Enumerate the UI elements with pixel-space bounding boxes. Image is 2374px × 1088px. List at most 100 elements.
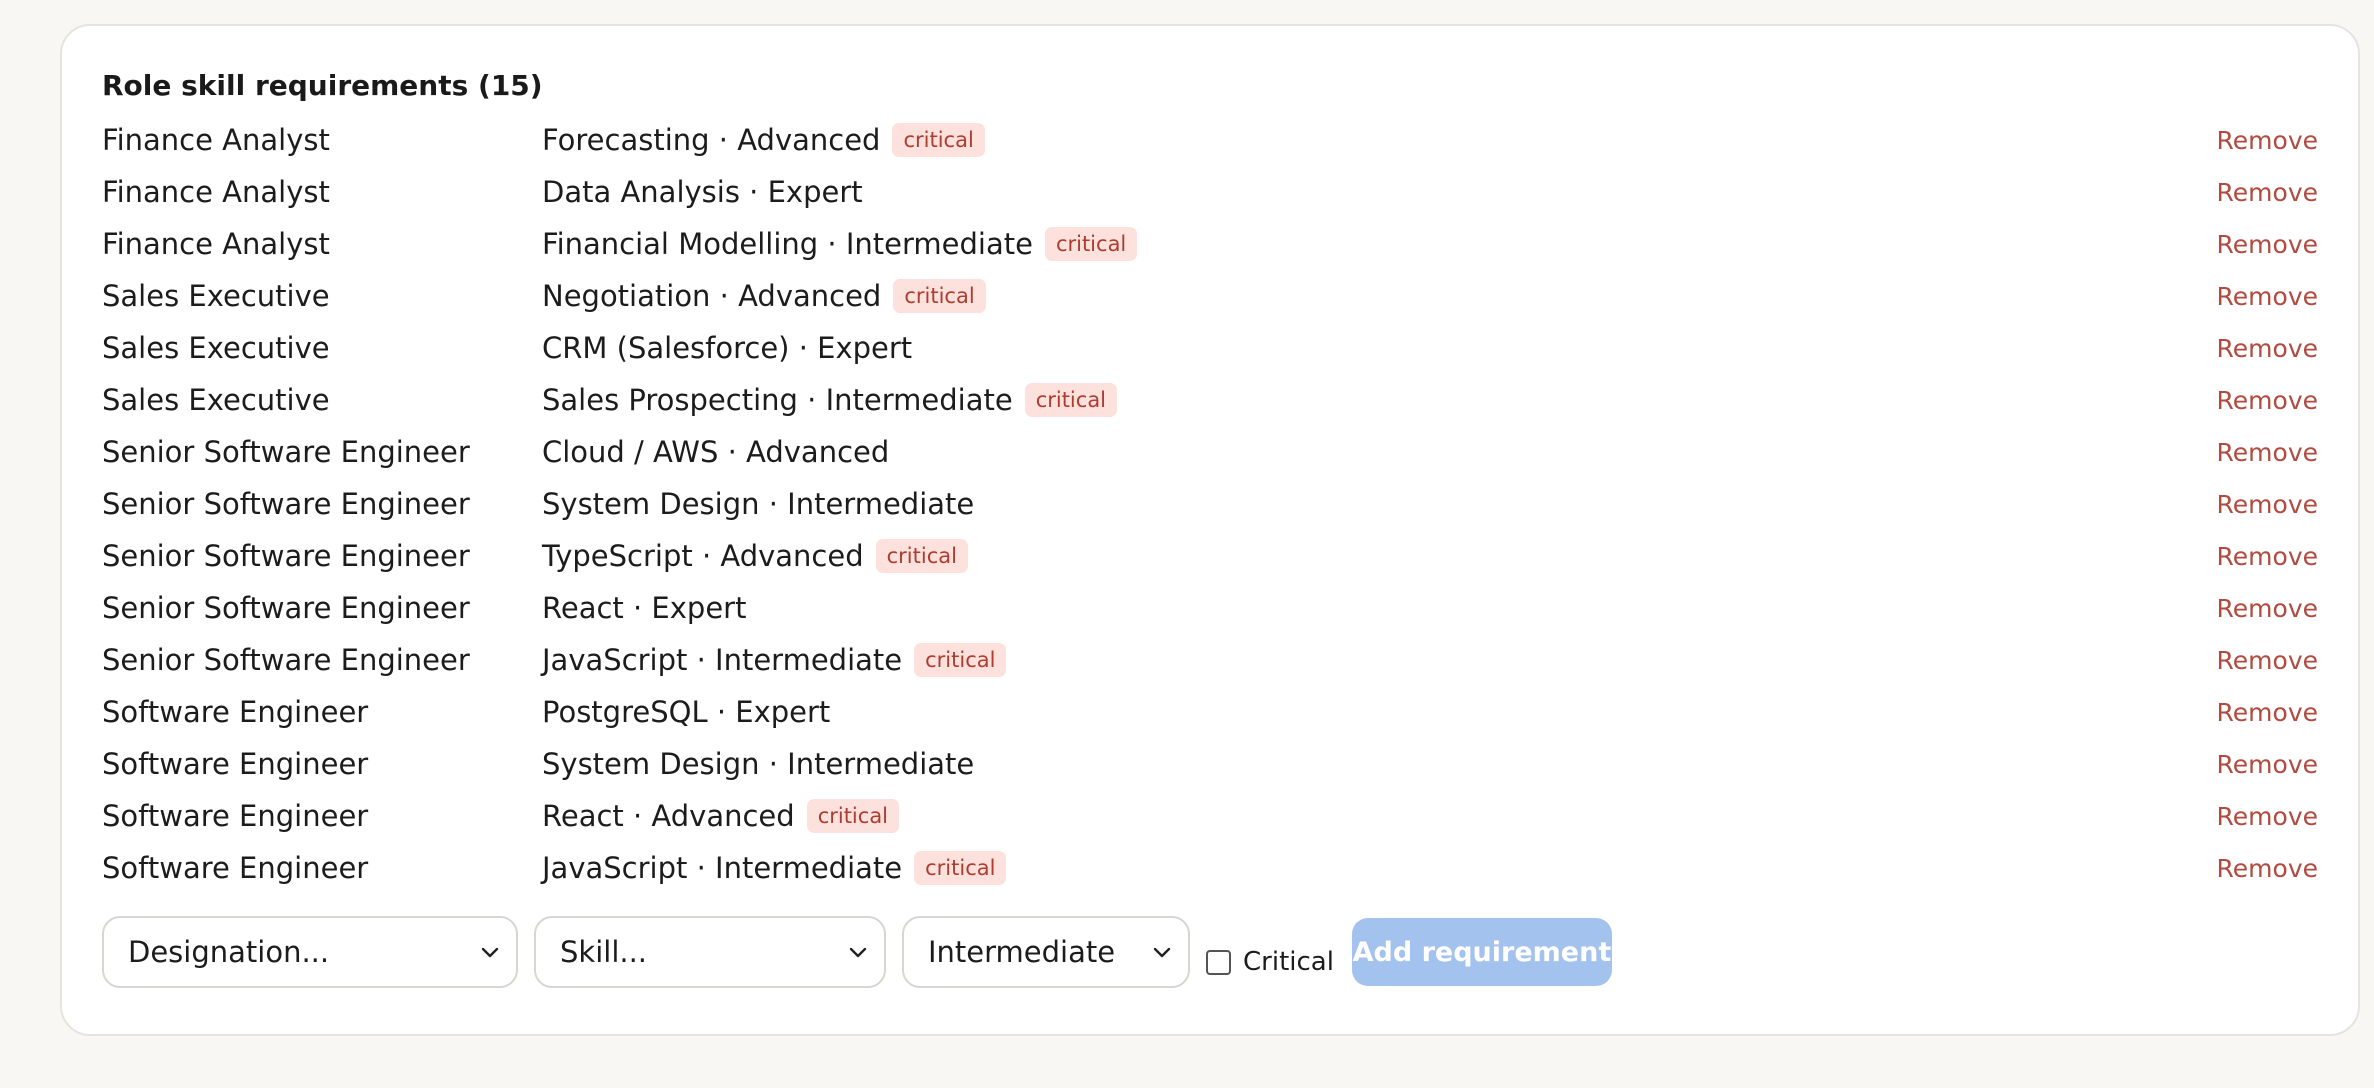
row-skill-text: Negotiation · Advanced xyxy=(542,279,882,313)
row-skill: Financial Modelling · Intermediate critic… xyxy=(542,227,2217,261)
row-designation: Senior Software Engineer xyxy=(102,539,470,573)
row-skill: System Design · Intermediate xyxy=(542,487,2217,521)
table-row: Software Engineer React · Advanced critica… xyxy=(102,790,2318,842)
row-skill: PostgreSQL · Expert xyxy=(542,695,2217,729)
table-row: Senior Software Engineer JavaScript · Int… xyxy=(102,634,2318,686)
row-skill: JavaScript · Intermediate critical xyxy=(542,643,2217,677)
remove-button[interactable]: Remove xyxy=(2217,490,2318,519)
remove-button[interactable]: Remove xyxy=(2217,178,2318,207)
row-designation: Software Engineer xyxy=(102,747,369,781)
row-skill: Forecasting · Advanced critical xyxy=(542,123,2217,157)
remove-button[interactable]: Remove xyxy=(2217,282,2318,311)
remove-button[interactable]: Remove xyxy=(2217,802,2318,831)
row-skill: System Design · Intermediate xyxy=(542,747,2217,781)
row-skill-text: PostgreSQL · Expert xyxy=(542,695,831,729)
table-row: Finance Analyst Financial Modelling · Int… xyxy=(102,218,2318,270)
level-select-value: Intermediate xyxy=(928,935,1116,969)
critical-checkbox[interactable] xyxy=(1206,949,1231,975)
table-row: Sales Executive Sales Prospecting · Inter… xyxy=(102,374,2318,426)
chevron-down-icon xyxy=(849,947,867,958)
row-skill: Sales Prospecting · Intermediate critical xyxy=(542,383,2217,417)
row-designation: Senior Software Engineer xyxy=(102,487,470,521)
chevron-down-icon xyxy=(1153,947,1171,958)
table-row: Senior Software Engineer TypeScript · Adv… xyxy=(102,530,2318,582)
row-skill-text: Sales Prospecting · Intermediate xyxy=(542,383,1013,417)
level-select[interactable]: Intermediate xyxy=(902,916,1190,988)
row-designation: Finance Analyst xyxy=(102,175,330,209)
row-skill: CRM (Salesforce) · Expert xyxy=(542,331,2217,365)
role-skill-requirements-card: Role skill requirements (15) Finance Ana… xyxy=(60,24,2360,1036)
add-requirement-button[interactable]: Add requirement xyxy=(1351,918,1612,986)
table-row: Finance Analyst Data Analysis · Expert Rem… xyxy=(102,166,2318,218)
row-designation: Software Engineer xyxy=(102,799,369,833)
critical-badge: critical xyxy=(1044,227,1138,261)
remove-button[interactable]: Remove xyxy=(2217,750,2318,779)
row-designation: Senior Software Engineer xyxy=(102,435,470,469)
row-designation: Sales Executive xyxy=(102,279,330,313)
row-designation: Sales Executive xyxy=(102,331,330,365)
row-skill-text: React · Expert xyxy=(542,591,747,625)
remove-button[interactable]: Remove xyxy=(2217,646,2318,675)
critical-badge: critical xyxy=(806,799,900,833)
table-row: Finance Analyst Forecasting · Advanced cri… xyxy=(102,114,2318,166)
table-row: Sales Executive CRM (Salesforce) · Expert… xyxy=(102,322,2318,374)
row-skill: React · Expert xyxy=(542,591,2217,625)
table-row: Senior Software Engineer Cloud / AWS · Ad… xyxy=(102,426,2318,478)
designation-select-value: Designation... xyxy=(128,935,330,969)
critical-checkbox-wrap[interactable]: Critical xyxy=(1206,947,1334,977)
remove-button[interactable]: Remove xyxy=(2217,542,2318,571)
critical-checkbox-label: Critical xyxy=(1243,947,1334,977)
row-designation: Senior Software Engineer xyxy=(102,591,470,625)
critical-badge: critical xyxy=(1024,383,1118,417)
row-skill-text: JavaScript · Intermediate xyxy=(542,851,903,885)
row-skill-text: Cloud / AWS · Advanced xyxy=(542,435,890,469)
row-skill-text: System Design · Intermediate xyxy=(542,747,975,781)
remove-button[interactable]: Remove xyxy=(2217,334,2318,363)
row-skill-text: JavaScript · Intermediate xyxy=(542,643,903,677)
critical-badge: critical xyxy=(892,123,985,157)
table-row: Senior Software Engineer React · Expert Re… xyxy=(102,582,2318,634)
remove-button[interactable]: Remove xyxy=(2217,698,2318,727)
row-skill: TypeScript · Advanced critical xyxy=(542,539,2217,573)
designation-select[interactable]: Designation... xyxy=(102,916,518,988)
row-designation: Software Engineer xyxy=(102,851,369,885)
skill-select[interactable]: Skill... xyxy=(534,916,886,988)
card-title: Role skill requirements (15) xyxy=(102,69,543,102)
row-skill-text: React · Advanced xyxy=(542,799,795,833)
row-designation: Finance Analyst xyxy=(102,123,330,157)
remove-button[interactable]: Remove xyxy=(2217,386,2318,415)
row-designation: Sales Executive xyxy=(102,383,330,417)
row-skill-text: Financial Modelling · Intermediate xyxy=(542,227,1033,261)
table-row: Software Engineer JavaScript · Intermedia… xyxy=(102,842,2318,894)
row-skill: JavaScript · Intermediate critical xyxy=(542,851,2217,885)
table-row: Senior Software Engineer System Design · … xyxy=(102,478,2318,530)
critical-badge: critical xyxy=(875,539,968,573)
remove-button[interactable]: Remove xyxy=(2217,594,2318,623)
row-skill-text: Forecasting · Advanced xyxy=(542,123,881,157)
critical-badge: critical xyxy=(914,643,1007,677)
row-skill-text: CRM (Salesforce) · Expert xyxy=(542,331,913,365)
requirements-list: Finance Analyst Forecasting · Advanced cri… xyxy=(102,114,2318,894)
remove-button[interactable]: Remove xyxy=(2217,438,2318,467)
add-requirement-form: Designation... Skill... Intermediate Cri… xyxy=(102,916,2318,988)
row-skill: Cloud / AWS · Advanced xyxy=(542,435,2217,469)
row-skill-text: TypeScript · Advanced xyxy=(542,539,864,573)
table-row: Sales Executive Negotiation · Advanced cri… xyxy=(102,270,2318,322)
row-designation: Finance Analyst xyxy=(102,227,330,261)
remove-button[interactable]: Remove xyxy=(2217,854,2318,883)
table-row: Software Engineer PostgreSQL · Expert Remo… xyxy=(102,686,2318,738)
row-skill: React · Advanced critical xyxy=(542,799,2217,833)
row-skill: Negotiation · Advanced critical xyxy=(542,279,2217,313)
row-skill-text: Data Analysis · Expert xyxy=(542,175,863,209)
table-row: Software Engineer System Design · Interme… xyxy=(102,738,2318,790)
critical-badge: critical xyxy=(893,279,986,313)
row-skill: Data Analysis · Expert xyxy=(542,175,2217,209)
row-designation: Senior Software Engineer xyxy=(102,643,470,677)
critical-badge: critical xyxy=(914,851,1007,885)
row-skill-text: System Design · Intermediate xyxy=(542,487,975,521)
remove-button[interactable]: Remove xyxy=(2217,126,2318,155)
remove-button[interactable]: Remove xyxy=(2217,230,2318,259)
skill-select-value: Skill... xyxy=(560,935,648,969)
chevron-down-icon xyxy=(481,947,499,958)
row-designation: Software Engineer xyxy=(102,695,369,729)
